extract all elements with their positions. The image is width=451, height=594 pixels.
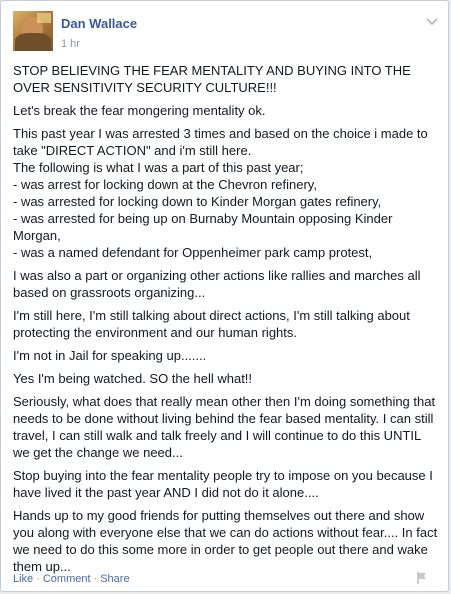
post-paragraph: I was also a part or organizing other ac… bbox=[13, 268, 421, 300]
post-actions: Like · Comment · Share bbox=[13, 573, 130, 585]
post-text: STOP BELIEVING THE FEAR MENTALITY AND BU… bbox=[13, 62, 438, 581]
separator: · bbox=[36, 573, 40, 585]
avatar[interactable] bbox=[13, 11, 53, 51]
post-paragraph: Let's break the fear mongering mentality… bbox=[13, 103, 266, 118]
post-paragraph: Yes I'm being watched. SO the hell what!… bbox=[13, 371, 253, 386]
post-header: Dan Wallace 1 hr bbox=[13, 11, 438, 51]
post-paragraph: I'm not in Jail for speaking up....... bbox=[13, 348, 207, 363]
flag-icon[interactable] bbox=[416, 571, 428, 585]
chevron-down-icon[interactable] bbox=[426, 17, 438, 27]
post-paragraph: Hands up to my good friends for putting … bbox=[13, 508, 438, 574]
post-paragraph: I'm still here, I'm still talking about … bbox=[13, 308, 410, 340]
post-paragraph: Seriously, what does that really mean ot… bbox=[13, 394, 436, 460]
separator: · bbox=[93, 573, 98, 585]
post-paragraph: Stop buying into the fear mentality peop… bbox=[13, 468, 433, 500]
post-timestamp[interactable]: 1 hr bbox=[61, 38, 80, 50]
post-card: Dan Wallace 1 hr STOP BELIEVING THE FEAR… bbox=[0, 0, 449, 592]
like-link[interactable]: Like bbox=[13, 573, 33, 585]
post-paragraph: This past year I was arrested 3 times an… bbox=[13, 126, 428, 260]
author-name[interactable]: Dan Wallace bbox=[61, 16, 137, 31]
comment-link[interactable]: Comment bbox=[43, 573, 91, 585]
post-paragraph: STOP BELIEVING THE FEAR MENTALITY AND BU… bbox=[13, 63, 411, 95]
share-link[interactable]: Share bbox=[100, 573, 129, 585]
